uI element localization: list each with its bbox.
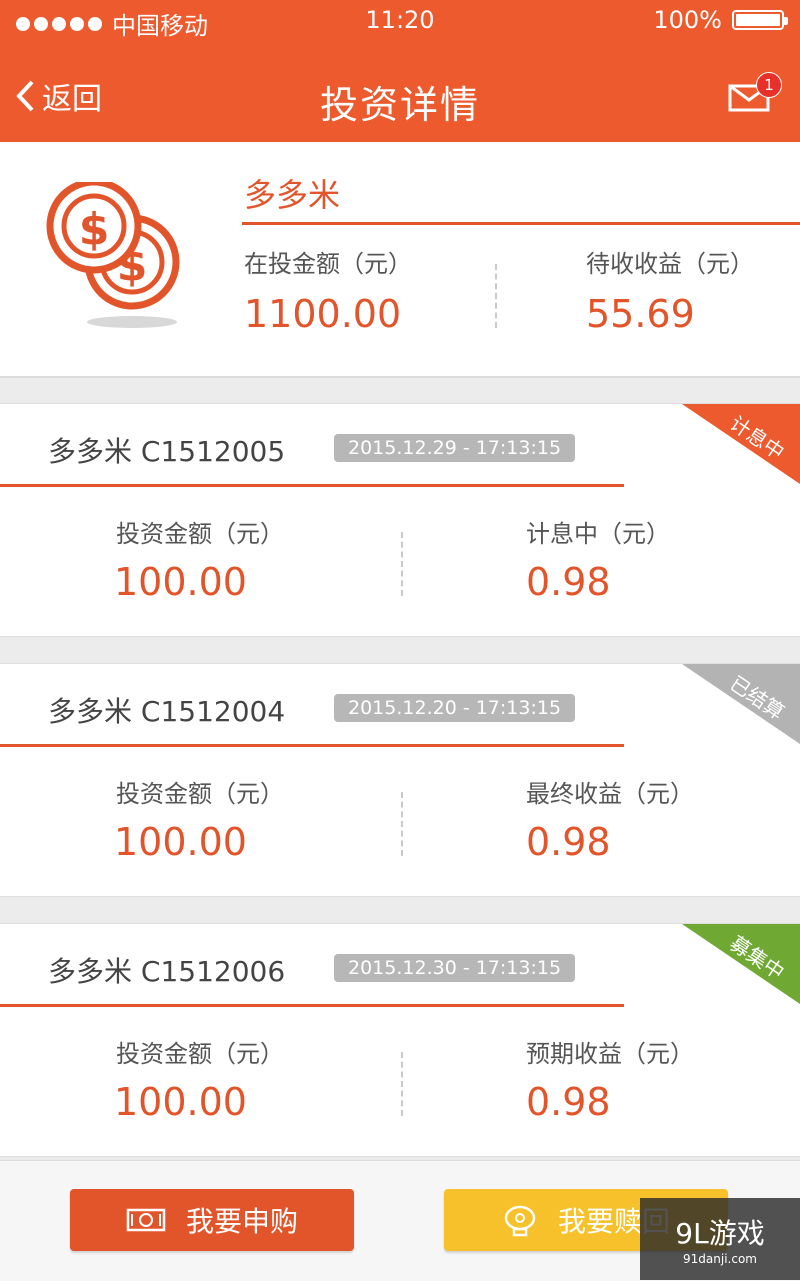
card-title: 多多米 C1512006 xyxy=(48,955,286,988)
card-date: 2015.12.20 - 17:13:15 xyxy=(334,694,576,722)
coins-icon: $ $ xyxy=(46,182,180,328)
pending-value: 55.69 xyxy=(586,292,695,336)
card-date: 2015.12.30 - 17:13:15 xyxy=(334,954,576,982)
divider xyxy=(0,1004,624,1007)
investment-card[interactable]: 已结算 多多米 C1512004 2015.12.20 - 17:13:15 投… xyxy=(0,663,800,897)
column-divider xyxy=(401,1052,403,1116)
pending-label: 待收收益（元） xyxy=(586,250,754,278)
mail-badge: 1 xyxy=(756,72,782,98)
return-label: 最终收益（元） xyxy=(526,780,694,808)
card-date: 2015.12.29 - 17:13:15 xyxy=(334,434,576,462)
page-title: 投资详情 xyxy=(319,83,480,127)
return-value: 0.98 xyxy=(526,820,611,864)
return-label: 预期收益（元） xyxy=(526,1040,694,1068)
card-title: 多多米 C1512004 xyxy=(48,695,286,728)
piggy-bank-icon xyxy=(504,1205,536,1237)
divider xyxy=(0,744,624,747)
amount-value: 100.00 xyxy=(114,1080,247,1124)
buy-label: 我要申购 xyxy=(185,1205,298,1238)
column-divider xyxy=(495,264,497,328)
investment-card[interactable]: 募集中 多多米 C1512006 2015.12.30 - 17:13:15 投… xyxy=(0,923,800,1157)
product-name: 多多米 xyxy=(244,176,341,214)
amount-label: 投资金额（元） xyxy=(116,780,284,808)
return-value: 0.98 xyxy=(526,1080,611,1124)
watermark-logo: 9L游戏 91danji.com xyxy=(640,1198,800,1280)
svg-text:$: $ xyxy=(79,204,110,255)
invested-value: 1100.00 xyxy=(244,292,402,336)
amount-label: 投资金额（元） xyxy=(116,520,284,548)
investment-card[interactable]: 计息中 多多米 C1512005 2015.12.29 - 17:13:15 投… xyxy=(0,403,800,637)
nav-bar: 返回 投资详情 1 xyxy=(0,44,800,142)
column-divider xyxy=(401,532,403,596)
amount-value: 100.00 xyxy=(114,560,247,604)
amount-value: 100.00 xyxy=(114,820,247,864)
return-value: 0.98 xyxy=(526,560,611,604)
cash-icon xyxy=(126,1208,166,1232)
card-title: 多多米 C1512005 xyxy=(48,435,286,468)
invested-label: 在投金额（元） xyxy=(244,250,412,278)
return-label: 计息中（元） xyxy=(526,520,670,548)
watermark-text: 9L游戏 xyxy=(675,1217,765,1250)
battery-icon xyxy=(732,10,788,30)
status-bar: 中国移动 11:20 100% xyxy=(0,0,800,44)
buy-button[interactable]: 我要申购 xyxy=(70,1189,354,1251)
watermark-site: 91danji.com xyxy=(683,1252,757,1266)
divider xyxy=(242,222,800,225)
column-divider xyxy=(401,792,403,856)
divider xyxy=(0,484,624,487)
amount-label: 投资金额（元） xyxy=(116,1040,284,1068)
battery-area: 100% xyxy=(653,6,788,34)
battery-percent: 100% xyxy=(653,6,722,34)
investment-summary: $ $ 多多米 在投金额（元） 1100.00 待收收益（元） 55.69 xyxy=(0,142,800,378)
